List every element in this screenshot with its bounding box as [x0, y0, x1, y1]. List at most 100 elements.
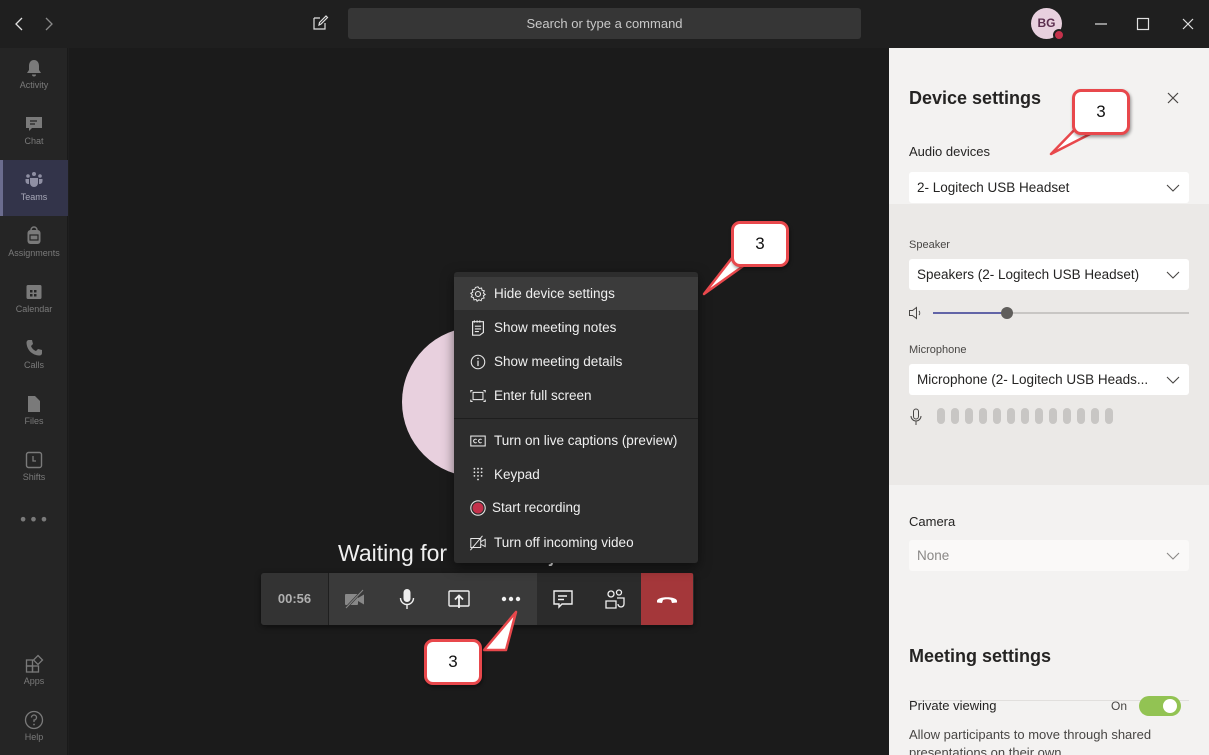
rail-item-assignments[interactable]: Assignments	[0, 216, 68, 272]
hang-up-button[interactable]	[641, 573, 693, 625]
notes-icon	[472, 319, 484, 336]
camera-dropdown[interactable]: None	[909, 540, 1189, 571]
mic-level-bar	[1091, 408, 1099, 424]
speaker-dropdown[interactable]: Speakers (2- Logitech USB Headset)	[909, 259, 1189, 290]
rail-label: Activity	[19, 80, 49, 90]
menu-item-start-recording[interactable]: Start recording	[454, 491, 698, 524]
participants-button[interactable]	[589, 573, 641, 625]
mic-level-bar	[1021, 408, 1029, 424]
chevron-down-icon	[1166, 271, 1180, 279]
teams-icon	[25, 172, 43, 187]
chat-icon	[553, 590, 573, 609]
private-viewing-label: Private viewing	[909, 698, 997, 713]
apps-icon	[25, 654, 44, 673]
menu-item-label: Show meeting details	[494, 354, 623, 369]
camera-toggle-button[interactable]	[329, 573, 381, 625]
backpack-icon	[27, 226, 41, 244]
rail-label: Chat	[24, 136, 44, 146]
callout-annotation: 3	[424, 639, 482, 685]
rail-item-files[interactable]: Files	[0, 384, 68, 440]
rail-label: Apps	[23, 676, 45, 686]
chevron-down-icon	[1166, 376, 1180, 384]
rail-label: Files	[24, 416, 44, 426]
minimize-button[interactable]	[1089, 12, 1113, 36]
panel-title: Device settings	[909, 88, 1042, 108]
fullscreen-icon	[470, 389, 486, 402]
camera-label: Camera	[909, 514, 956, 529]
forward-button[interactable]	[38, 14, 58, 34]
menu-item-label: Keypad	[494, 467, 540, 482]
rail-item-chat[interactable]: Chat	[0, 104, 68, 160]
rail-item-calls[interactable]: Calls	[0, 328, 68, 384]
private-viewing-description: Allow participants to move through share…	[909, 727, 1152, 755]
file-icon	[28, 396, 40, 412]
menu-item-hide-device-settings[interactable]: Hide device settings	[454, 277, 698, 310]
back-button[interactable]	[10, 14, 30, 34]
rail-item-teams[interactable]: Teams	[0, 160, 68, 216]
chevron-right-icon	[45, 17, 53, 31]
call-controls-secondary	[537, 573, 693, 625]
chevron-left-icon	[15, 17, 23, 31]
menu-item-label: Start recording	[492, 500, 581, 515]
rail-item-shifts[interactable]: Shifts	[0, 440, 68, 496]
minimize-icon	[1095, 23, 1107, 25]
gear-icon	[469, 285, 487, 302]
chat-icon	[26, 117, 42, 131]
speaker-value: Speakers (2- Logitech USB Headset)	[917, 267, 1140, 282]
video-off-icon	[469, 534, 486, 551]
call-timer: 00:56	[261, 573, 329, 625]
camera-off-icon	[345, 589, 364, 609]
clock-icon	[25, 451, 43, 469]
microphone-level-meter	[937, 408, 1113, 424]
rail-item-activity[interactable]: Activity	[0, 48, 68, 104]
audio-devices-label: Audio devices	[909, 144, 990, 159]
speaker-volume-slider[interactable]	[933, 307, 1189, 319]
participants-icon	[605, 589, 625, 609]
rail-label: Calls	[23, 360, 44, 370]
mic-level-bar	[965, 408, 973, 424]
rail-label: Calendar	[15, 304, 53, 314]
rail-item-apps[interactable]: Apps	[0, 644, 68, 700]
audio-device-dropdown[interactable]: 2- Logitech USB Headset	[909, 172, 1189, 203]
maximize-button[interactable]	[1131, 12, 1155, 36]
menu-item-keypad[interactable]: Keypad	[454, 458, 698, 491]
calendar-icon	[26, 285, 42, 299]
microphone-label: Microphone	[909, 344, 967, 356]
rail-item-calendar[interactable]: Calendar	[0, 272, 68, 328]
search-input[interactable]: Search or type a command	[348, 8, 861, 39]
mic-level-bar	[1007, 408, 1015, 424]
private-viewing-toggle[interactable]	[1139, 696, 1181, 716]
more-apps-button[interactable]: •••	[0, 510, 68, 529]
help-icon	[24, 710, 44, 730]
captions-icon	[470, 435, 486, 446]
microphone-dropdown[interactable]: Microphone (2- Logitech USB Heads...	[909, 364, 1189, 395]
menu-item-turn-off-incoming-video[interactable]: Turn off incoming video	[454, 526, 698, 559]
menu-item-show-meeting-notes[interactable]: Show meeting notes	[454, 311, 698, 344]
compose-icon	[313, 15, 329, 30]
menu-item-enter-full-screen[interactable]: Enter full screen	[454, 379, 698, 412]
close-window-button[interactable]	[1176, 12, 1200, 36]
more-icon	[501, 596, 521, 602]
microphone-button[interactable]	[381, 573, 433, 625]
toggle-knob	[1163, 699, 1177, 713]
phone-icon	[26, 340, 42, 356]
camera-value: None	[917, 548, 950, 563]
compose-button[interactable]	[310, 13, 330, 33]
rail-label: Help	[24, 732, 44, 742]
mic-level-bar	[937, 408, 945, 424]
menu-item-live-captions[interactable]: Turn on live captions (preview)	[454, 424, 698, 457]
mic-level-bar	[979, 408, 987, 424]
rail-item-help[interactable]: Help	[0, 700, 68, 755]
menu-item-label: Enter full screen	[494, 388, 592, 403]
menu-item-show-meeting-details[interactable]: Show meeting details	[454, 345, 698, 378]
mic-level-bar	[1035, 408, 1043, 424]
close-panel-button[interactable]	[1165, 90, 1181, 106]
chat-button[interactable]	[537, 573, 589, 625]
user-avatar[interactable]: BG	[1031, 8, 1065, 41]
chevron-down-icon	[1166, 552, 1180, 560]
close-icon	[1167, 92, 1179, 104]
app-rail: Activity Chat Teams Assignments Calendar…	[0, 48, 68, 755]
title-bar: Search or type a command BG	[0, 0, 1209, 48]
bell-icon	[27, 60, 41, 77]
keypad-icon	[473, 467, 483, 480]
